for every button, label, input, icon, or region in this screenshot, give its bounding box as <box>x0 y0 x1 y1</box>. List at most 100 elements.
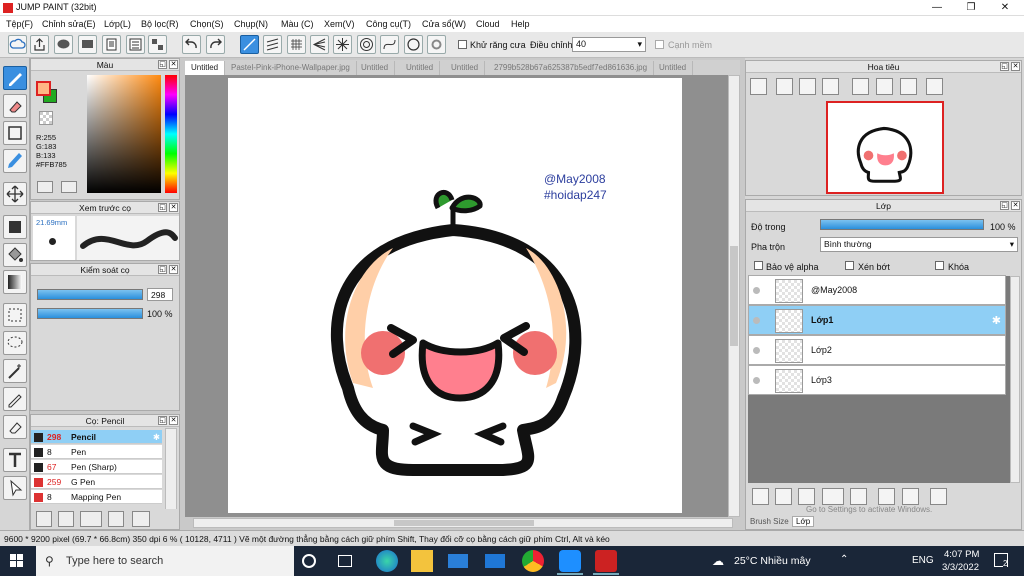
curve-icon[interactable] <box>380 35 399 54</box>
notification-icon[interactable]: 2 <box>994 553 1008 568</box>
add-brush-icon[interactable] <box>36 511 52 527</box>
brush-item-pencil[interactable]: 298 Pencil ✱ <box>31 430 162 444</box>
panel-float-icon[interactable]: ◱ <box>1000 201 1009 210</box>
soft-edge-checkbox[interactable] <box>655 40 664 49</box>
gear-icon[interactable]: ✱ <box>992 314 1001 327</box>
grid-snap-icon[interactable] <box>287 35 306 54</box>
cortana-icon[interactable] <box>302 554 316 568</box>
vertical-scroll-thumb[interactable] <box>730 246 738 346</box>
mail-icon[interactable] <box>485 554 505 568</box>
message-icon[interactable] <box>78 35 97 54</box>
transparent-color-swatch[interactable] <box>39 111 53 125</box>
panel-close-icon[interactable]: ✕ <box>169 265 178 274</box>
menu-view[interactable]: Xem(V) <box>324 19 355 29</box>
perspective-icon[interactable] <box>310 35 329 54</box>
tray-icons[interactable]: ⌃ <box>840 554 848 565</box>
menu-color[interactable]: Màu (C) <box>281 19 314 29</box>
brush-size-input[interactable]: 298 <box>147 288 173 301</box>
upload-icon[interactable] <box>30 35 49 54</box>
layer-opacity-slider[interactable] <box>820 219 984 230</box>
protect-alpha-checkbox[interactable] <box>754 261 763 270</box>
radial-icon[interactable] <box>333 35 352 54</box>
operation-tool-icon[interactable] <box>3 476 27 500</box>
menu-tools[interactable]: Công cụ(T) <box>366 19 411 29</box>
tab-pastel-wallpaper[interactable]: Pastel-Pink-iPhone-Wallpaper.jpg <box>225 61 357 75</box>
panel-float-icon[interactable]: ◱ <box>158 416 167 425</box>
rectangle-tool-icon[interactable] <box>3 121 27 145</box>
new-brush-icon[interactable] <box>58 511 74 527</box>
layer-menu-icon[interactable] <box>822 488 844 505</box>
rect-select-tool-icon[interactable] <box>3 303 27 327</box>
zalo-icon[interactable] <box>559 550 581 572</box>
lasso-tool-icon[interactable] <box>3 331 27 355</box>
blend-mode-dropdown[interactable]: Bình thường ▾ <box>820 237 1018 252</box>
merge-layer-icon[interactable] <box>902 488 919 505</box>
parallel-lines-icon[interactable] <box>263 35 282 54</box>
tab-untitled[interactable]: Untitled <box>653 61 694 75</box>
redo-icon[interactable] <box>206 35 225 54</box>
copy-brush-icon[interactable] <box>108 511 124 527</box>
menu-file[interactable]: Tệp(F) <box>6 19 33 29</box>
rotate-right-icon[interactable] <box>900 78 917 95</box>
brush-tool-icon[interactable] <box>3 149 27 173</box>
palette-edit-icon[interactable] <box>61 181 77 193</box>
select-eraser-tool-icon[interactable] <box>3 415 27 439</box>
gear-icon[interactable]: ✱ <box>153 430 160 444</box>
reset-rotation-icon[interactable] <box>876 78 893 95</box>
tab-untitled[interactable]: Untitled <box>355 61 396 75</box>
menu-capture[interactable]: Chụp(N) <box>234 19 268 29</box>
canvas-area[interactable]: @May2008 #hoidap247 <box>185 75 740 528</box>
new-layer-icon[interactable] <box>752 488 769 505</box>
layer-row-may2008[interactable]: @May2008 <box>748 275 1006 305</box>
horizontal-scroll-thumb[interactable] <box>394 520 534 526</box>
grid-tool-icon[interactable] <box>148 35 167 54</box>
lock-checkbox[interactable] <box>935 261 944 270</box>
minimize-button[interactable]: — <box>920 0 954 16</box>
pen-tool-icon[interactable] <box>3 66 27 90</box>
circle-snap-icon[interactable] <box>404 35 423 54</box>
tab-image-file[interactable]: 2799b528b67a625387b5edf7ed861636.jpg <box>488 61 655 75</box>
menu-cloud[interactable]: Cloud <box>476 19 500 29</box>
brush-item-pen-sharp[interactable]: 67 Pen (Sharp) <box>31 460 162 474</box>
close-button[interactable]: ✕ <box>988 0 1022 16</box>
palette-button-icon[interactable] <box>37 181 53 193</box>
tab-untitled[interactable]: Untitled <box>445 61 486 75</box>
panel-close-icon[interactable]: ✕ <box>1011 201 1020 210</box>
duplicate-layer-icon[interactable] <box>878 488 895 505</box>
panel-float-icon[interactable]: ◱ <box>1000 62 1009 71</box>
zoom-in-icon[interactable] <box>750 78 767 95</box>
move-tool-icon[interactable] <box>3 182 27 206</box>
eye-icon[interactable] <box>753 287 760 294</box>
vertical-scrollbar[interactable] <box>728 75 740 517</box>
menu-select[interactable]: Chọn(S) <box>190 19 224 29</box>
new-image-layer-icon[interactable] <box>775 488 792 505</box>
document-icon[interactable] <box>102 35 121 54</box>
chrome-icon[interactable] <box>522 550 544 572</box>
zoom-in-plus-icon[interactable] <box>776 78 793 95</box>
task-view-icon[interactable] <box>338 555 352 567</box>
zoom-out-icon[interactable] <box>822 78 839 95</box>
text-tool-icon[interactable] <box>3 448 27 472</box>
copy-layer-icon[interactable] <box>798 488 815 505</box>
brush-opacity-slider[interactable] <box>37 308 143 319</box>
rotate-left-icon[interactable] <box>852 78 869 95</box>
menu-layer[interactable]: Lớp(L) <box>104 19 131 29</box>
adjust-dropdown[interactable]: 40 ▾ <box>572 37 646 52</box>
undo-icon[interactable] <box>182 35 201 54</box>
settings-icon[interactable] <box>427 35 446 54</box>
windows-start-icon[interactable] <box>10 554 24 568</box>
menu-filter[interactable]: Bộ lọc(R) <box>141 19 179 29</box>
taskbar-search-input[interactable]: ⚲ Type here to search <box>36 546 294 576</box>
tab-layer[interactable]: Lớp <box>792 516 815 527</box>
navigator-preview[interactable] <box>826 101 944 194</box>
panel-close-icon[interactable]: ✕ <box>169 60 178 69</box>
eye-icon[interactable] <box>753 347 760 354</box>
brush-item-pen[interactable]: 8 Pen <box>31 445 162 459</box>
fit-screen-icon[interactable] <box>799 78 816 95</box>
panel-float-icon[interactable]: ◱ <box>158 203 167 212</box>
brush-item-mapping-pen[interactable]: 8 Mapping Pen <box>31 490 162 504</box>
eye-icon[interactable] <box>753 377 760 384</box>
edge-icon[interactable] <box>376 550 398 572</box>
menu-help[interactable]: Help <box>511 19 530 29</box>
panel-close-icon[interactable]: ✕ <box>169 416 178 425</box>
